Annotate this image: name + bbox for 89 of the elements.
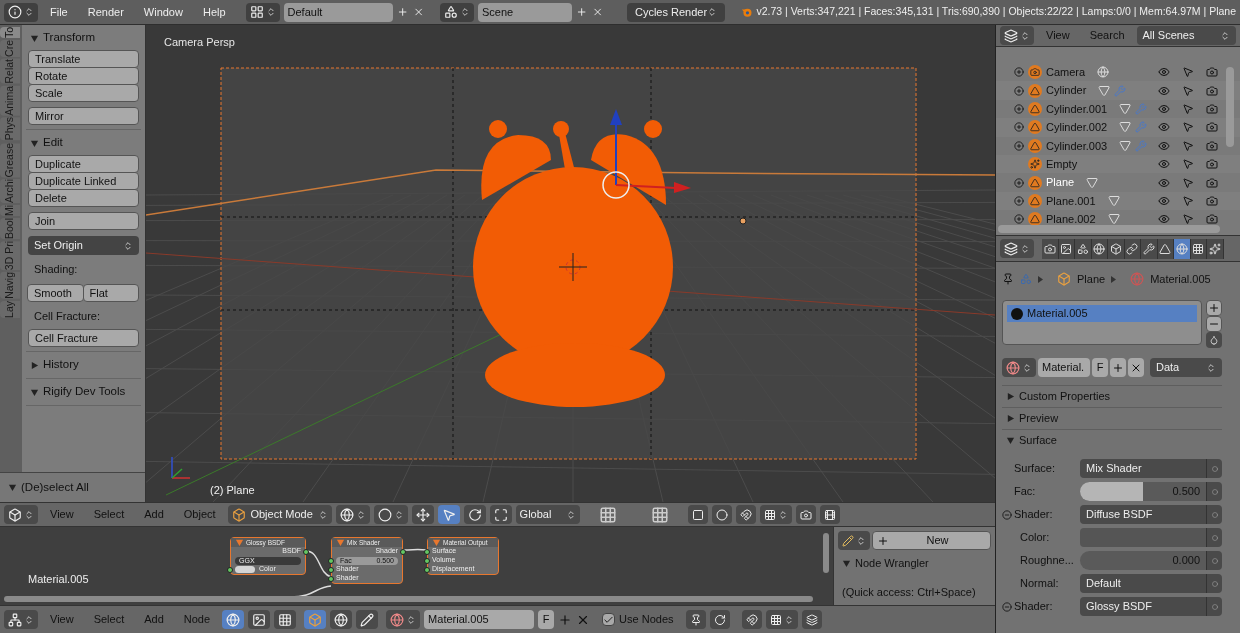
fake-user-button[interactable]: F (538, 610, 555, 629)
menu-item[interactable]: Object (175, 506, 224, 523)
tool-tab[interactable]: Phys (0, 117, 20, 141)
property-label: Fac: (1014, 484, 1037, 500)
property-dropdown[interactable]: Default (1080, 574, 1206, 593)
hint-text: (Quick access: Ctrl+Space) (841, 585, 977, 600)
tool-button[interactable]: Translate (28, 50, 139, 68)
tool-button[interactable]: Flat (82, 283, 139, 302)
menu-item[interactable]: Select (85, 506, 133, 523)
scene-field[interactable]: Scene (477, 2, 573, 22)
panel-title: (De)select All (21, 479, 89, 495)
outliner-item[interactable]: Cylinder (1046, 82, 1087, 99)
outliner-item[interactable]: Plane.001 (1046, 192, 1096, 210)
tool-tab[interactable]: 3D Pri (0, 241, 20, 271)
menu-item[interactable]: View (42, 506, 82, 523)
view-name-label: Camera Persp (164, 35, 235, 50)
material-name-field[interactable]: Material. (1038, 358, 1090, 377)
menu-item[interactable]: View (1038, 27, 1078, 44)
menu-item[interactable]: Search (1081, 27, 1133, 44)
breadcrumb-item: Plane (1077, 271, 1106, 287)
checkbox-label: Use Nodes (619, 612, 674, 628)
outliner-item[interactable]: Empty (1046, 155, 1078, 173)
menu-item[interactable]: File (42, 3, 76, 21)
render-engine-dropdown[interactable]: Cycles Render (626, 2, 726, 22)
menu-item[interactable]: Add (136, 506, 172, 523)
tool-tab[interactable]: Relat (0, 59, 20, 84)
menu-item[interactable]: Render (79, 3, 132, 21)
tool-tab[interactable]: Bool (0, 218, 20, 240)
menu-item[interactable]: Help (194, 3, 234, 21)
menu-item[interactable]: Add (136, 611, 172, 628)
orientation-dropdown[interactable]: Global (515, 505, 580, 524)
tool-button[interactable]: Cell Fracture (28, 329, 139, 347)
active-object-label: (2) Plane (210, 483, 255, 498)
tool-button[interactable]: Duplicate (28, 155, 139, 173)
outliner-item[interactable]: Camera (1046, 63, 1086, 81)
panel-title: Custom Properties (1019, 389, 1111, 405)
tool-tab[interactable]: Mi (0, 205, 20, 217)
layout-field[interactable]: Default (283, 2, 394, 22)
origin-dropdown[interactable]: Set Origin (28, 236, 139, 255)
outliner-item[interactable]: Plane (1046, 174, 1075, 191)
property-label: Shader: (1014, 507, 1054, 523)
tool-button[interactable]: Scale (28, 84, 139, 102)
panel-title: Surface (1019, 433, 1057, 449)
scene-stats-text: v2.73 | Verts:347,221 | Faces:345,131 | Tris:690,390 | Objects:22/22 | Lamps:0/0 | Mem:64.97M | Plane (756, 4, 1237, 20)
tool-button[interactable]: Delete (28, 189, 139, 207)
property-label: Surface: (1014, 461, 1056, 477)
display-filter-dropdown[interactable]: All Scenes (1136, 26, 1236, 45)
mode-dropdown[interactable]: Object Mode (227, 505, 332, 524)
menu-item[interactable]: View (42, 611, 82, 628)
menu-item[interactable]: Select (85, 611, 133, 628)
panel-title: Transform (43, 30, 95, 46)
tool-tab[interactable]: Grease (0, 142, 20, 178)
breadcrumb-item: Material.005 (1150, 271, 1211, 287)
property-label: Normal: (1019, 576, 1060, 592)
panel-title: Node Wrangler (855, 555, 929, 571)
tool-tab[interactable]: Anima (0, 85, 20, 116)
outliner-item[interactable]: Plane.002 (1046, 211, 1096, 228)
tool-tab[interactable]: Lay (0, 301, 20, 319)
fake-user-button[interactable]: F (1092, 358, 1108, 377)
tool-button[interactable]: Smooth (27, 283, 84, 302)
outliner-item[interactable]: Cylinder.003 (1046, 137, 1108, 154)
link-dropdown[interactable]: Data (1150, 358, 1222, 377)
tool-button[interactable]: Rotate (28, 67, 139, 85)
tool-button[interactable]: Mirror (28, 107, 139, 125)
tool-button[interactable]: Duplicate Linked (28, 172, 139, 190)
material-name-field[interactable]: Material.005 (424, 610, 535, 629)
tool-tab[interactable]: Cre (0, 40, 20, 57)
section-label: Cell Fracture: (33, 308, 102, 324)
property-label: Shader: (1014, 599, 1054, 615)
panel-title: History (43, 357, 79, 373)
property-label: Color: (1019, 530, 1051, 546)
material-slot[interactable]: Material.005 (1007, 305, 1197, 322)
material-name-label: Material.005 (28, 572, 89, 587)
outliner-item[interactable]: Cylinder.001 (1046, 100, 1108, 118)
tool-tab[interactable]: To (0, 27, 20, 39)
menu-item[interactable]: Node (175, 611, 219, 628)
tool-tab[interactable]: Archi (0, 179, 20, 203)
tool-button[interactable]: Join (28, 212, 139, 230)
menu-item[interactable]: Window (135, 3, 191, 21)
tool-tab[interactable]: Navig (0, 272, 20, 300)
property-label: Roughne... (1019, 553, 1075, 569)
panel-title: Rigify Dev Tools (43, 384, 126, 400)
panel-title: Preview (1019, 411, 1059, 427)
property-dropdown[interactable]: Glossy BSDF (1080, 597, 1206, 616)
panel-title: Edit (43, 135, 63, 151)
new-button[interactable]: New (872, 531, 991, 550)
property-dropdown[interactable]: Mix Shader (1080, 459, 1206, 478)
property-dropdown[interactable]: Diffuse BSDF (1080, 505, 1206, 524)
section-label: Shading: (33, 262, 79, 277)
